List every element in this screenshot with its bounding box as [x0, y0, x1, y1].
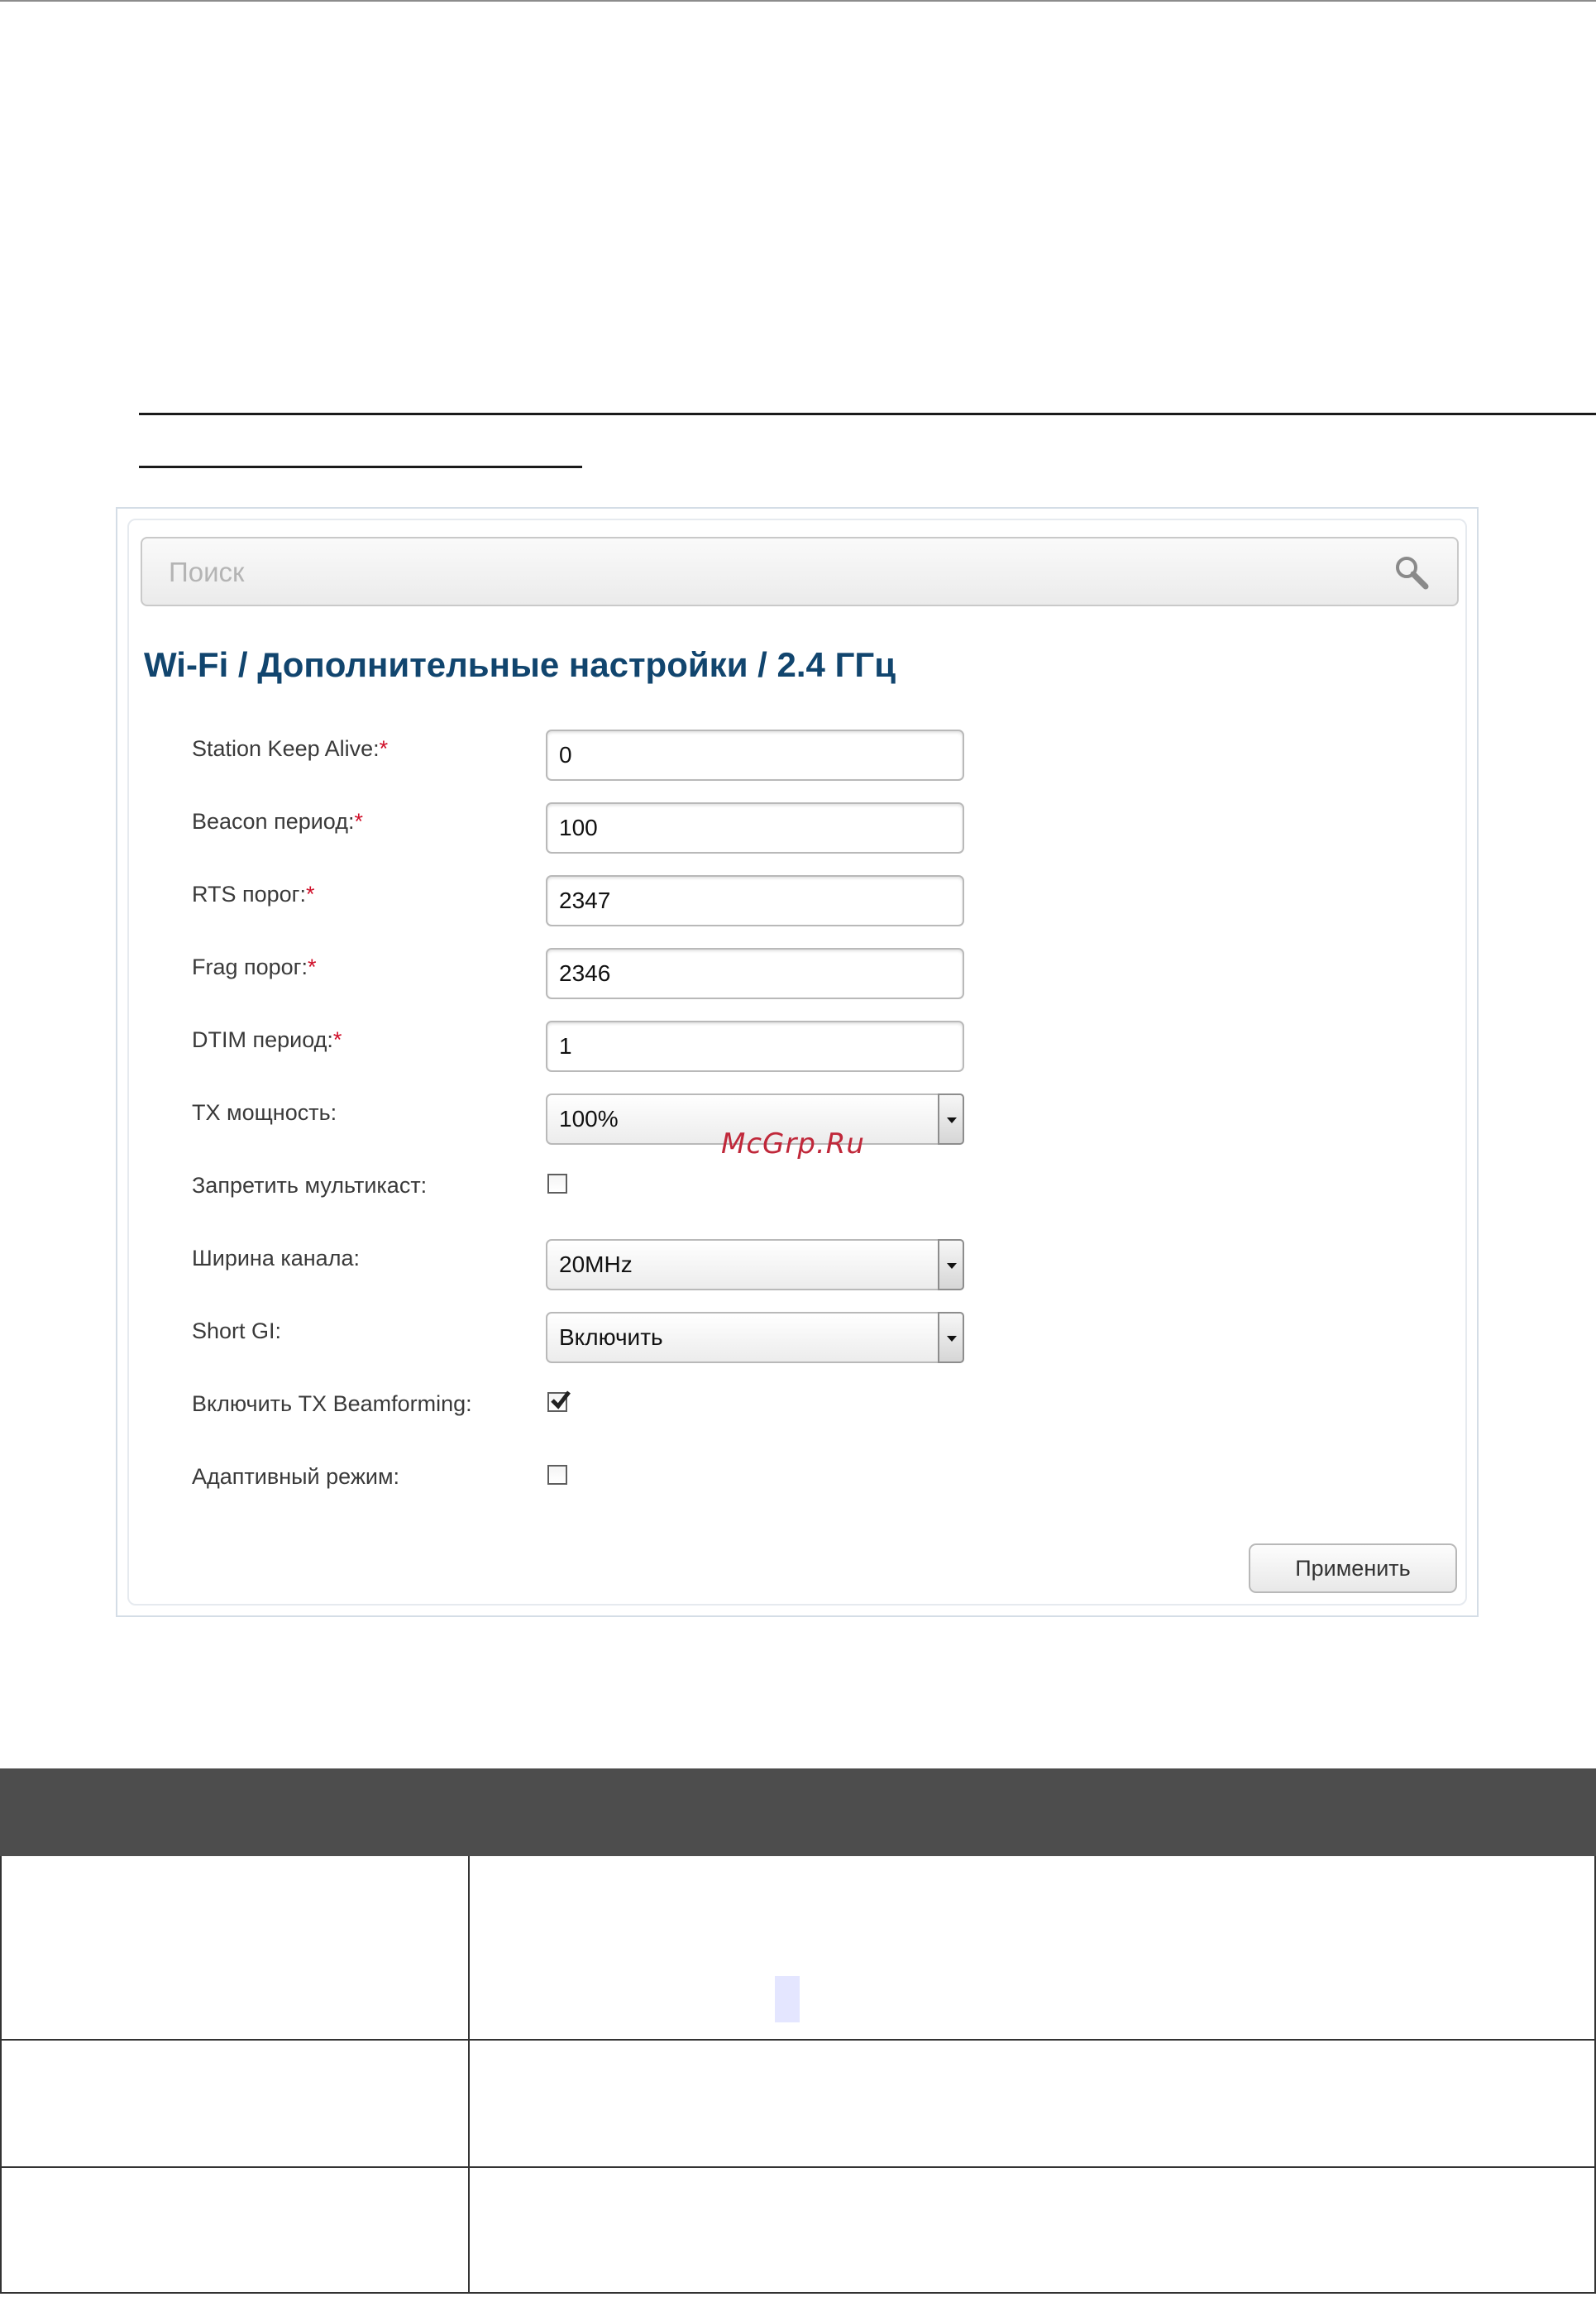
- tx-power-value: 100%: [559, 1106, 619, 1132]
- disable-multicast-label: Запретить мультикаст:: [192, 1173, 428, 1198]
- table-cell: [2, 2168, 470, 2292]
- tx-power-label: TX мощность:: [192, 1100, 337, 1125]
- chevron-down-icon[interactable]: [938, 1239, 964, 1290]
- tx-beamforming-checkbox[interactable]: [547, 1390, 571, 1412]
- watermark: McGrp.Ru: [721, 1127, 865, 1160]
- selection-highlight: [775, 1976, 800, 2022]
- parameter-table: [0, 1856, 1596, 2295]
- channel-width-label: Ширина канала:: [192, 1246, 360, 1271]
- breadcrumb-wifi[interactable]: Wi-Fi /: [144, 645, 248, 684]
- adaptive-mode-checkbox[interactable]: [547, 1465, 567, 1485]
- rts-threshold-label: RTS порог:*: [192, 882, 315, 907]
- channel-width-value: 20MHz: [559, 1251, 633, 1277]
- frag-threshold-input[interactable]: [546, 948, 964, 999]
- adaptive-mode-label: Адаптивный режим:: [192, 1464, 400, 1489]
- table-row: [0, 2168, 1596, 2294]
- breadcrumb-advanced-settings[interactable]: Дополнительные настройки /: [257, 645, 767, 684]
- disable-multicast-checkbox[interactable]: [547, 1174, 567, 1194]
- checkmark-icon: [551, 1390, 571, 1409]
- station-keep-alive-input[interactable]: [546, 730, 964, 781]
- table-cell: [2, 1856, 470, 2039]
- document-rule: [139, 413, 1596, 415]
- top-rule: [0, 0, 1596, 2]
- frag-threshold-label: Frag порог:*: [192, 955, 317, 979]
- dtim-period-input[interactable]: [546, 1021, 964, 1072]
- short-gi-value: Включить: [559, 1324, 663, 1350]
- document-rule-short: [139, 466, 582, 468]
- breadcrumb-band: 2.4 ГГц: [776, 645, 896, 684]
- beacon-period-label: Beacon период:*: [192, 809, 364, 834]
- short-gi-select[interactable]: Включить: [546, 1312, 964, 1363]
- chevron-down-icon[interactable]: [938, 1312, 964, 1363]
- dtim-period-label: DTIM период:*: [192, 1027, 342, 1052]
- table-row: [0, 2041, 1596, 2168]
- chevron-down-icon[interactable]: [938, 1093, 964, 1145]
- channel-width-select[interactable]: 20MHz: [546, 1239, 964, 1290]
- search-bar[interactable]: [141, 537, 1459, 606]
- station-keep-alive-label: Station Keep Alive:*: [192, 736, 389, 761]
- rts-threshold-input[interactable]: [546, 875, 964, 926]
- search-input[interactable]: [167, 550, 1369, 595]
- page-title: Wi-Fi / Дополнительные настройки / 2.4 Г…: [144, 645, 896, 685]
- beacon-period-input[interactable]: [546, 802, 964, 854]
- short-gi-label: Short GI:: [192, 1318, 282, 1343]
- apply-button[interactable]: Применить: [1249, 1543, 1457, 1593]
- tx-beamforming-label: Включить TX Beamforming:: [192, 1391, 472, 1416]
- search-icon[interactable]: [1391, 552, 1432, 593]
- table-cell: [2, 2041, 470, 2166]
- table-header: [0, 1768, 1596, 1856]
